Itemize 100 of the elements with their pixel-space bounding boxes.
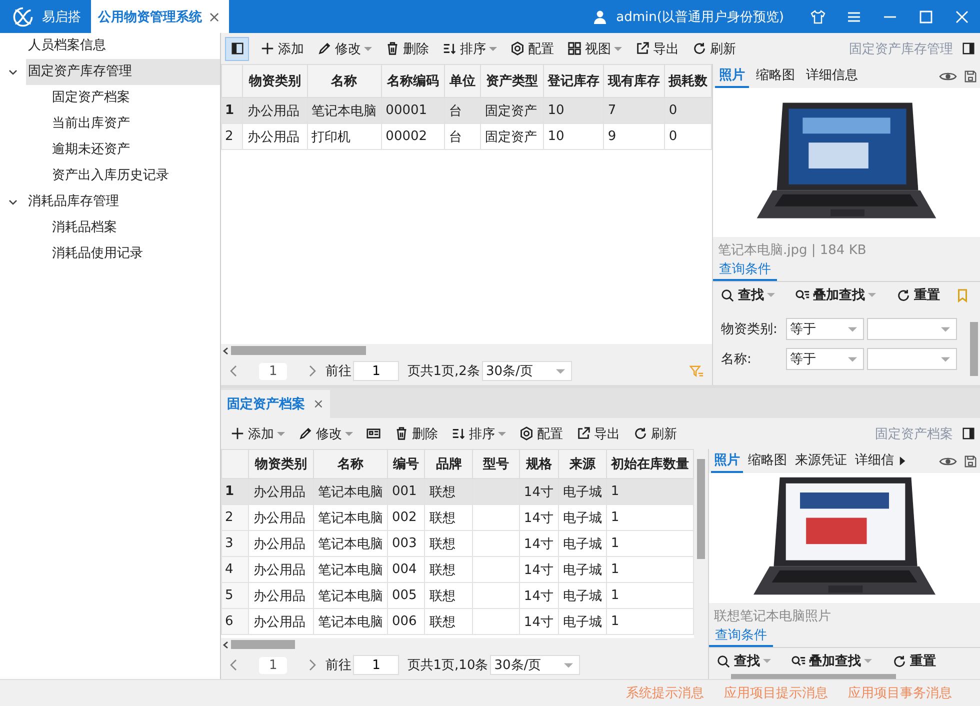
user-name[interactable]: admin(以普通用户身份预览) xyxy=(616,8,784,26)
toolbar-button[interactable]: 排序 xyxy=(446,422,511,446)
search-tool-button[interactable]: 叠加查找 xyxy=(790,283,881,307)
column-header[interactable]: 资产类型 xyxy=(480,64,544,98)
panel-tab[interactable]: 来源凭证 xyxy=(792,449,850,473)
toolbar-button[interactable]: 删除 xyxy=(380,36,434,60)
current-page[interactable]: 1 xyxy=(259,656,288,674)
search-tool-button[interactable]: 叠加查找 xyxy=(786,649,877,673)
page-input[interactable]: 1 xyxy=(353,361,400,381)
close-icon[interactable] xyxy=(954,8,970,24)
toolbar-button[interactable]: 修改 xyxy=(312,36,377,60)
shirt-icon[interactable] xyxy=(810,8,826,24)
column-header[interactable]: 损耗数 xyxy=(664,64,712,98)
tree-item[interactable]: 固定资产库存管理 xyxy=(26,59,220,85)
tree-item[interactable]: 资产出入库历史记录 xyxy=(50,163,220,189)
column-header[interactable]: 来源 xyxy=(558,450,606,478)
page-size-select[interactable]: 30条/页 xyxy=(482,361,572,381)
save-icon[interactable] xyxy=(963,68,978,84)
toolbar-button[interactable]: 排序 xyxy=(437,36,502,60)
next-page-icon[interactable] xyxy=(307,657,318,673)
column-header[interactable]: 初始在库数量 xyxy=(606,450,694,478)
query-tab[interactable]: 查询条件 xyxy=(713,259,777,281)
previous-page-icon[interactable] xyxy=(229,363,239,379)
close-button[interactable]: × xyxy=(208,8,221,26)
app-tab[interactable]: 公用物资管理系统 × xyxy=(91,0,229,33)
panel-tab[interactable]: 缩略图 xyxy=(745,449,790,473)
column-header[interactable]: 规格 xyxy=(519,450,558,478)
panel-tab[interactable]: 固定资产档案 × xyxy=(221,390,330,418)
column-header[interactable]: 现有库存 xyxy=(603,64,664,98)
toolbar-button[interactable]: 删除 xyxy=(389,422,443,446)
column-header[interactable]: 名称编码 xyxy=(381,64,445,98)
caret-icon[interactable] xyxy=(8,67,18,77)
toolbar-button[interactable]: 导出 xyxy=(571,422,625,446)
table-row[interactable]: 1 办公用品 笔记本电脑 001 联想 14寸 电子城 1 xyxy=(222,478,694,504)
column-header[interactable]: 物资类别 xyxy=(248,450,314,478)
column-header[interactable]: 型号 xyxy=(472,450,520,478)
toolbar-button[interactable]: 配置 xyxy=(514,422,568,446)
side-panel-toggle-icon[interactable] xyxy=(961,426,976,441)
save-icon[interactable] xyxy=(963,454,978,468)
tree-item[interactable]: 人员档案信息 xyxy=(26,33,220,59)
toolbar-button[interactable]: 视图 xyxy=(562,36,627,60)
toolbar-button[interactable]: 刷新 xyxy=(628,422,682,446)
table-cell: 办公用品 xyxy=(248,608,314,634)
previous-page-icon[interactable] xyxy=(229,657,239,673)
scroll-right-icon[interactable] xyxy=(899,456,906,466)
page-input[interactable]: 1 xyxy=(353,655,400,675)
operator-select[interactable]: 等于 xyxy=(786,348,864,370)
table-row[interactable]: 2 办公用品 笔记本电脑 002 联想 14寸 电子城 1 xyxy=(222,504,694,530)
panel-tab[interactable]: 缩略图 xyxy=(752,64,799,88)
table-cell: 1 xyxy=(606,478,694,504)
toolbar-button[interactable]: 刷新 xyxy=(687,36,741,60)
search-tool-button[interactable]: 查找 xyxy=(715,283,780,307)
table-row[interactable]: 3 办公用品 笔记本电脑 003 联想 14寸 电子城 1 xyxy=(222,530,694,556)
current-page[interactable]: 1 xyxy=(259,362,288,380)
column-header[interactable]: 登记库存 xyxy=(543,64,604,98)
search-tool-button[interactable]: 重置 xyxy=(891,283,945,307)
panel-tab[interactable]: 详细信 xyxy=(852,449,897,473)
search-tool-button[interactable]: 重置 xyxy=(887,649,941,673)
panel-tab[interactable]: 详细信息 xyxy=(802,64,862,88)
operator-select[interactable]: 等于 xyxy=(786,318,864,340)
tree-item[interactable]: 固定资产档案 xyxy=(50,85,220,111)
row-number: 6 xyxy=(222,608,249,634)
panel-toggle-button[interactable] xyxy=(225,36,249,60)
table-row[interactable]: 6 办公用品 笔记本电脑 006 联想 14寸 电子城 1 xyxy=(222,608,694,634)
column-header[interactable]: 物资类别 xyxy=(242,64,308,98)
table-cell: 笔记本电脑 xyxy=(313,530,388,556)
column-header[interactable]: 品牌 xyxy=(424,450,473,478)
toolbar-button[interactable]: 导出 xyxy=(630,36,684,60)
tree-item[interactable]: 消耗品使用记录 xyxy=(50,241,220,267)
close-button[interactable]: × xyxy=(313,396,324,412)
tree-item[interactable]: 当前出库资产 xyxy=(50,111,220,137)
column-header[interactable]: 名称 xyxy=(313,450,388,478)
next-page-icon[interactable] xyxy=(307,363,318,379)
tree-item[interactable]: 消耗品档案 xyxy=(50,215,220,241)
toolbar-button[interactable]: 添加 xyxy=(255,36,309,60)
table-row[interactable]: 2 办公用品 打印机 00002 台 固定资产 10 9 0 xyxy=(222,124,712,150)
search-tool-button[interactable]: 查找 xyxy=(711,649,776,673)
caret-icon xyxy=(941,354,950,364)
caret-icon[interactable] xyxy=(8,197,18,207)
side-panel-toggle-icon[interactable] xyxy=(961,41,976,56)
row-number: 3 xyxy=(222,530,249,556)
column-header[interactable]: 编号 xyxy=(387,450,425,478)
maximize-icon[interactable] xyxy=(918,8,934,24)
toolbar-button[interactable]: 修改 xyxy=(293,422,358,446)
tree-item[interactable]: 消耗品库存管理 xyxy=(26,189,220,215)
toolbar-button[interactable]: 配置 xyxy=(505,36,559,60)
table-cell: 14寸 xyxy=(519,582,558,608)
page-size-select[interactable]: 30条/页 xyxy=(490,655,580,675)
caret-icon xyxy=(564,660,574,670)
table-row[interactable]: 4 办公用品 笔记本电脑 004 联想 14寸 电子城 1 xyxy=(222,556,694,582)
row-number: 1 xyxy=(222,98,243,124)
column-header[interactable]: 名称 xyxy=(307,64,382,98)
user-icon xyxy=(592,8,608,24)
toolbar-button[interactable]: 添加 xyxy=(225,422,290,446)
tree-item[interactable]: 逾期未还资产 xyxy=(50,137,220,163)
column-header[interactable]: 单位 xyxy=(444,64,481,98)
table-row[interactable]: 1 办公用品 笔记本电脑 00001 台 固定资产 10 7 0 xyxy=(222,98,712,124)
table-cell: 0 xyxy=(664,98,712,124)
table-row[interactable]: 5 办公用品 笔记本电脑 005 联想 14寸 电子城 1 xyxy=(222,582,694,608)
query-tab[interactable]: 查询条件 xyxy=(709,625,773,647)
